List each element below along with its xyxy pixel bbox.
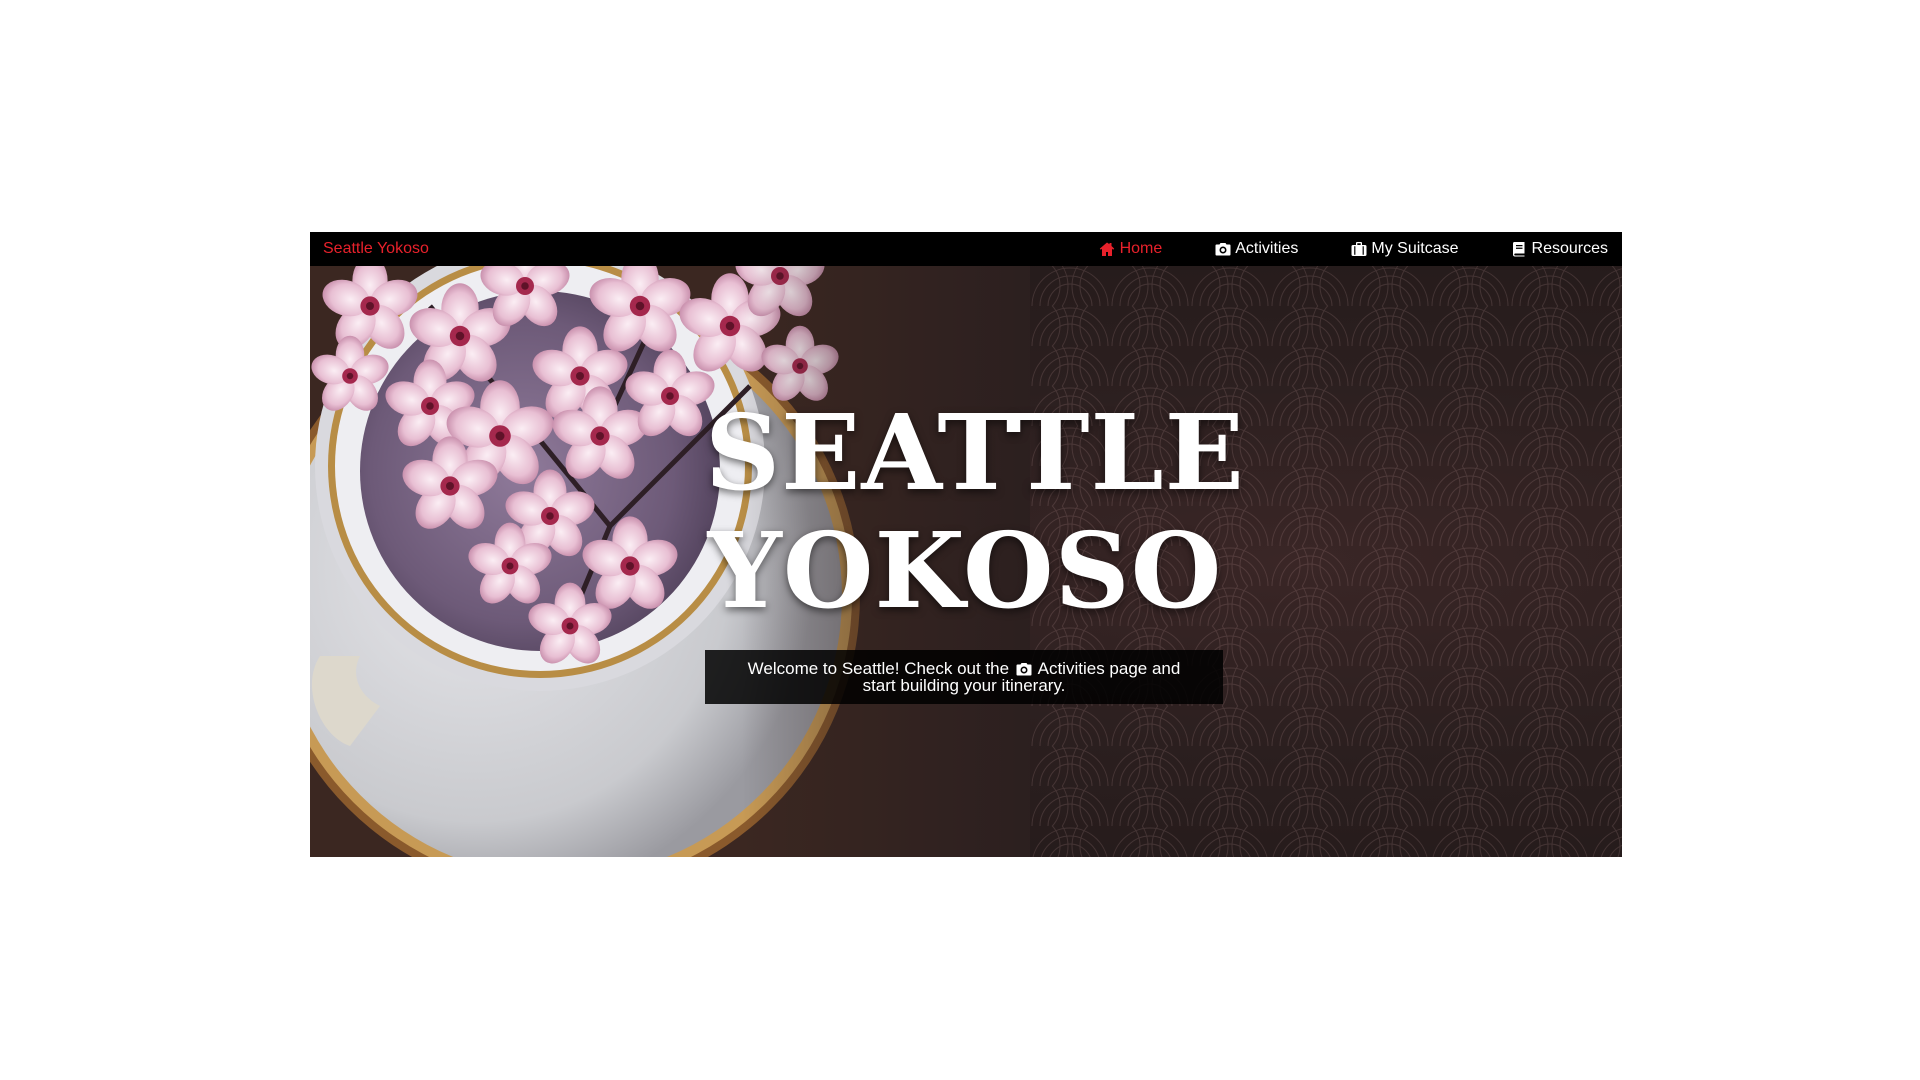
camera-icon <box>1214 241 1231 258</box>
nav-item-my-suitcase[interactable]: My Suitcase <box>1350 232 1459 266</box>
page-frame: Seattle Yokoso Home Activities My Suitca… <box>310 232 1622 857</box>
nav-items: Home Activities My Suitcase Resources <box>1047 232 1608 266</box>
home-icon <box>1099 241 1116 258</box>
navbar: Seattle Yokoso Home Activities My Suitca… <box>310 232 1622 266</box>
nav-item-home[interactable]: Home <box>1099 232 1163 266</box>
nav-item-label: Home <box>1119 240 1163 257</box>
nav-item-label: My Suitcase <box>1371 240 1459 257</box>
hero-title-line-2: YOKOSO <box>707 509 1223 632</box>
nav-item-resources[interactable]: Resources <box>1511 232 1608 266</box>
brand-link[interactable]: Seattle Yokoso <box>323 232 429 266</box>
welcome-banner: Welcome to Seattle! Check out the Activi… <box>705 650 1223 704</box>
nav-item-label: Activities <box>1235 240 1299 257</box>
hero-section: SEATTLE YOKOSO Welcome to Seattle! Check… <box>310 266 1622 857</box>
camera-icon <box>1016 662 1032 676</box>
nav-item-activities[interactable]: Activities <box>1214 232 1298 266</box>
hero-title: SEATTLE YOKOSO <box>705 391 1245 632</box>
suitcase-icon <box>1350 241 1367 258</box>
welcome-line-1: Welcome to Seattle! Check out the Activi… <box>705 660 1223 677</box>
welcome-line-2: start building your itinerary. <box>862 676 1066 695</box>
hero-title-line-1: SEATTLE <box>705 391 1245 514</box>
book-icon <box>1511 241 1528 258</box>
nav-item-label: Resources <box>1531 240 1608 257</box>
